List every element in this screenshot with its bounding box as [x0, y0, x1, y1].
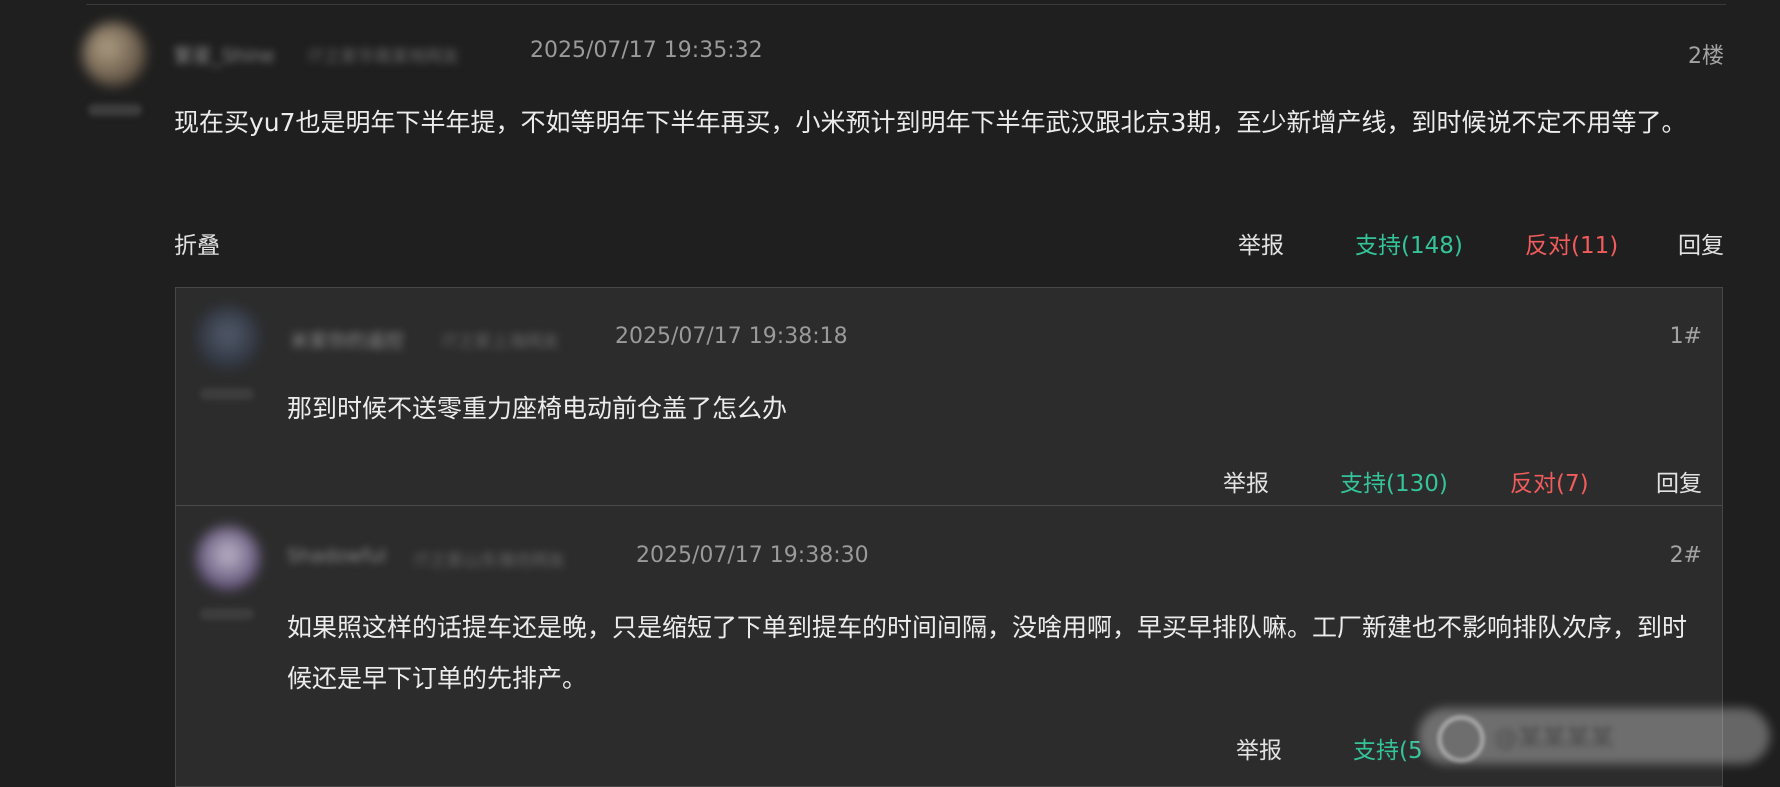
- reply-time: 2025/07/17 19:38:18: [615, 324, 848, 349]
- support-button[interactable]: 支持(130): [1340, 464, 1448, 498]
- reply-time: 2025/07/17 19:38:30: [636, 543, 869, 568]
- avatar[interactable]: [196, 306, 260, 370]
- username[interactable]: 繁星_Shine: [174, 41, 275, 68]
- reply-divider: [176, 505, 1722, 506]
- floor-label: 2#: [1669, 543, 1702, 568]
- floor-label: 1#: [1669, 324, 1702, 349]
- report-button[interactable]: 举报: [1223, 464, 1269, 498]
- report-button[interactable]: 举报: [1236, 731, 1282, 765]
- reply-content: 如果照这样的话提车还是晚，只是缩短了下单到提车的时间间隔，没啥用啊，早买早排队嘛…: [287, 613, 1688, 693]
- oppose-button[interactable]: 反对(7): [1510, 464, 1589, 498]
- reply-button[interactable]: 回复: [1656, 464, 1702, 498]
- fold-button[interactable]: 折叠: [174, 226, 220, 260]
- oppose-button[interactable]: 反对(11): [1525, 226, 1618, 260]
- avatar[interactable]: [196, 526, 260, 590]
- reply-content: 那到时候不送零重力座椅电动前仓盖了怎么办: [287, 394, 788, 423]
- weibo-logo-icon: [1438, 716, 1484, 762]
- avatar[interactable]: [82, 22, 146, 86]
- report-button[interactable]: 举报: [1238, 226, 1284, 260]
- reply-button[interactable]: 回复: [1678, 226, 1724, 260]
- user-source: IT之家华南某地网友: [308, 47, 460, 67]
- comment-content: 现在买yu7也是明年下半年提，不如等明年下半年再买，小米预计到明年下半年武汉跟北…: [174, 108, 1687, 137]
- floor-label: 2楼: [1688, 44, 1724, 69]
- support-button[interactable]: 支持(5: [1353, 731, 1423, 765]
- watermark-text: @某某某某: [1494, 724, 1614, 752]
- comment-time: 2025/07/17 19:35:32: [530, 38, 763, 63]
- username[interactable]: Shadowful: [287, 545, 386, 567]
- avatar-caption: [200, 608, 254, 620]
- support-button[interactable]: 支持(148): [1355, 226, 1463, 260]
- avatar-caption: [200, 388, 254, 400]
- username[interactable]: 米家你的遥控: [290, 326, 404, 353]
- avatar-caption: [88, 104, 142, 116]
- user-source: IT之家上海网友: [442, 332, 560, 352]
- user-source: IT之家山东潍坊网友: [414, 551, 566, 571]
- top-divider: [86, 4, 1726, 5]
